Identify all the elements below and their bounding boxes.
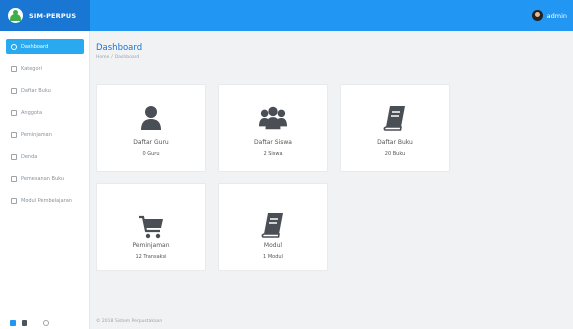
card-value: 0 Guru: [142, 151, 160, 157]
copyright: © 2018 Sistem Perpustakaan: [96, 319, 163, 324]
brand[interactable]: SIM-PERPUS: [0, 0, 90, 31]
settings-icon[interactable]: [10, 319, 16, 326]
sidebar-item-kategori[interactable]: Kategori: [6, 61, 84, 76]
fine-icon: [11, 153, 17, 160]
sidebar-item-denda[interactable]: Denda: [6, 149, 84, 164]
book-order-icon: [11, 175, 17, 182]
user-name: admin: [546, 11, 567, 20]
power-icon[interactable]: [43, 319, 49, 326]
card-modul[interactable]: Modul 1 Modul: [218, 183, 328, 271]
card-title: Modul: [263, 242, 283, 249]
card-value: 20 Buku: [384, 151, 406, 157]
card-value: 2 Siswa: [263, 151, 283, 157]
sidebar: Dashboard Kategori Daftar Buku Anggota P…: [0, 31, 90, 329]
sidebar-item-modul-pembelajaran[interactable]: Modul Pembelajaran: [6, 193, 84, 208]
card-value: 1 Modul: [263, 254, 283, 260]
book-icon: [383, 106, 405, 131]
students-icon: [259, 106, 287, 130]
teacher-icon: [141, 106, 161, 130]
card-peminjaman[interactable]: Peminjaman 12 Transaksi: [96, 183, 206, 271]
flag-icon[interactable]: [22, 319, 27, 326]
card-title: Daftar Guru: [133, 139, 169, 146]
user-menu[interactable]: admin: [531, 0, 567, 31]
sidebar-item-label: Kategori: [21, 65, 42, 72]
sidebar-footer-tools: [0, 316, 90, 329]
loan-icon: [11, 131, 17, 138]
card-title: Daftar Siswa: [254, 139, 292, 146]
sidebar-item-label: Pemesanan Buku: [21, 175, 65, 182]
card-daftar-buku[interactable]: Daftar Buku 20 Buku: [340, 84, 450, 172]
brand-name: SIM-PERPUS: [29, 11, 77, 20]
sidebar-item-label: Denda: [21, 153, 38, 160]
module-icon: [11, 197, 17, 204]
members-icon: [11, 109, 17, 116]
card-title: Peminjaman: [132, 242, 170, 249]
category-icon: [11, 65, 17, 72]
page-title: Dashboard: [96, 43, 143, 53]
sidebar-item-pemesanan-buku[interactable]: Pemesanan Buku: [6, 171, 84, 186]
breadcrumb-current: Dashboard: [114, 55, 140, 60]
book-list-icon: [11, 87, 17, 94]
breadcrumb-home[interactable]: Home: [96, 55, 109, 60]
sidebar-item-label: Modul Pembelajaran: [21, 197, 72, 204]
module-book-icon: [261, 213, 283, 238]
user-avatar-icon: [531, 10, 543, 21]
breadcrumb: Home / Dashboard: [96, 55, 140, 60]
cart-icon: [139, 215, 163, 239]
logo-icon: [8, 8, 23, 23]
sidebar-item-peminjaman[interactable]: Peminjaman: [6, 127, 84, 142]
dashboard-icon: [11, 43, 17, 50]
card-value: 12 Transaksi: [135, 254, 167, 260]
sidebar-item-daftar-buku[interactable]: Daftar Buku: [6, 83, 84, 98]
sidebar-item-label: Peminjaman: [21, 131, 52, 138]
sidebar-item-label: Anggota: [21, 109, 43, 116]
sidebar-item-label: Daftar Buku: [21, 87, 51, 94]
sidebar-item-dashboard[interactable]: Dashboard: [6, 39, 84, 54]
sidebar-item-label: Dashboard: [21, 43, 49, 50]
card-title: Daftar Buku: [377, 139, 413, 146]
top-navbar: SIM-PERPUS admin: [0, 0, 573, 31]
card-daftar-guru[interactable]: Daftar Guru 0 Guru: [96, 84, 206, 172]
sidebar-item-anggota[interactable]: Anggota: [6, 105, 84, 120]
card-daftar-siswa[interactable]: Daftar Siswa 2 Siswa: [218, 84, 328, 172]
